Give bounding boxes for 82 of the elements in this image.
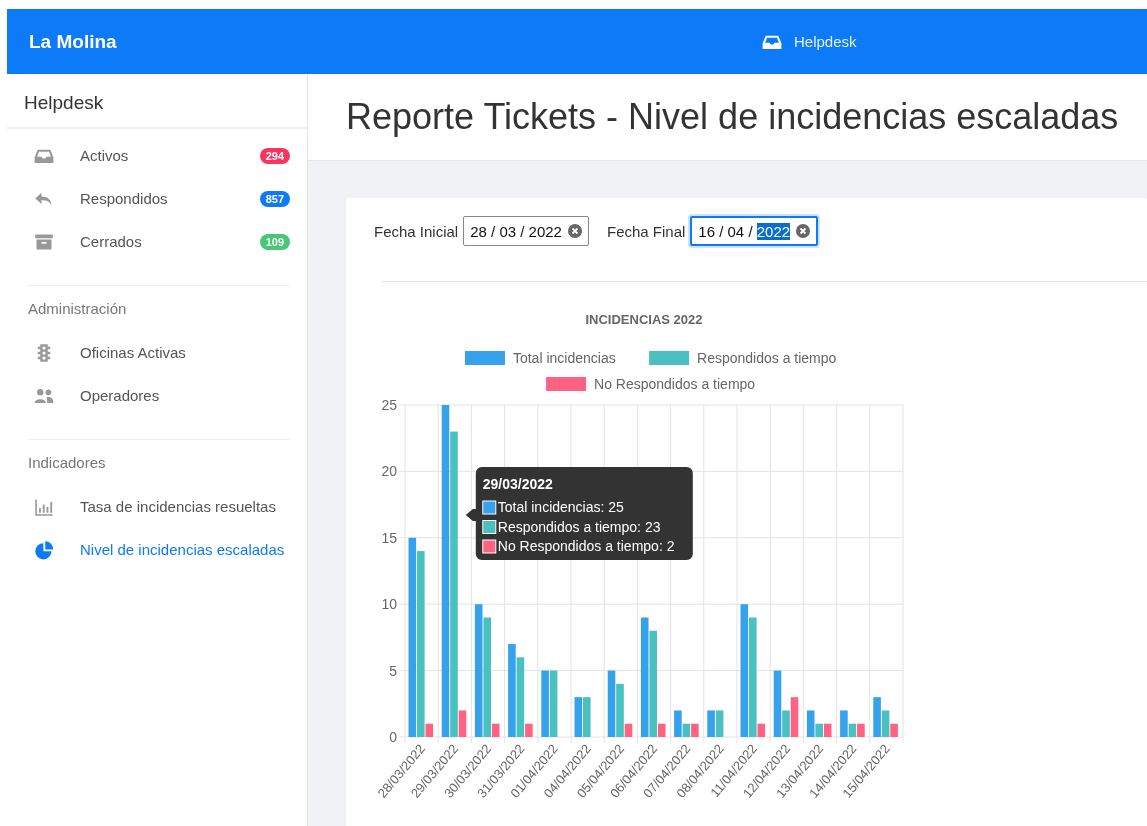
bar[interactable] [873,697,881,737]
tooltip-text: Total incidencias: 25 [497,499,624,515]
bar[interactable] [682,723,691,737]
bar[interactable] [541,670,549,737]
bar[interactable] [458,710,467,737]
axis-label: 0 [389,729,397,745]
bar[interactable] [441,405,450,737]
bar[interactable] [715,710,724,737]
bar[interactable] [640,617,649,737]
bar[interactable] [691,723,699,737]
sidebar-item[interactable]: Operadores [28,374,290,417]
bar[interactable] [525,723,533,737]
clear-icon[interactable] [567,224,582,238]
bar[interactable] [790,697,799,737]
field-label: Fecha Inicial [374,222,459,240]
bar[interactable] [574,697,583,737]
bar[interactable] [749,617,757,737]
sidebar-item[interactable]: Respondidos 857 [28,177,290,220]
bar[interactable] [674,710,682,737]
axis-label: 25 [381,397,397,413]
bar[interactable] [806,710,815,737]
clear-icon[interactable] [796,224,811,238]
pie-chart-icon [34,539,54,560]
sidebar-title: Helpdesk [7,74,307,129]
count-badge: 294 [259,147,290,164]
tooltip-text: Respondidos a tiempo: 23 [497,518,661,535]
legend-swatch[interactable] [464,351,505,365]
count-badge: 109 [259,233,290,250]
field-label: Fecha Final [606,222,686,240]
bar[interactable] [815,723,823,737]
bar[interactable] [823,723,832,737]
bar[interactable] [425,723,434,737]
bar[interactable] [408,537,417,737]
bar[interactable] [782,710,790,737]
bar[interactable] [773,670,782,737]
bar[interactable] [607,670,616,737]
axis-label: 10 [381,596,397,613]
bar[interactable] [450,431,458,737]
sidebar-item[interactable]: Activos 294 [28,134,290,177]
brand-title[interactable]: La Molina [29,30,117,53]
bar[interactable] [757,723,766,737]
count-badge: 857 [259,190,290,207]
bar[interactable] [474,604,483,737]
tooltip-text: No Respondidos a tiempo: 2 [497,538,675,554]
bar[interactable] [491,723,500,737]
legend-swatch[interactable] [546,377,587,391]
sidebar-item[interactable]: Nivel de incidencias escaladas [28,528,290,571]
sidebar-item[interactable]: Cerrados 109 [28,220,290,263]
section-heading: Indicadores [28,454,107,471]
bar[interactable] [840,710,848,737]
chart-title: INCIDENCIAS 2022 [585,312,703,327]
date-field[interactable]: 16 / 04 / 2022 [690,216,819,246]
legend-label[interactable]: Total incidencias [512,350,616,366]
sidebar-item[interactable]: Oficinas Activas [28,331,290,374]
bar[interactable] [890,723,898,737]
legend-label[interactable]: Respondidos a tiempo [697,350,837,366]
bar[interactable] [740,604,749,737]
bar[interactable] [707,710,715,737]
bar[interactable] [881,710,890,737]
date-field[interactable]: 28 / 03 / 2022 [463,216,589,246]
bar[interactable] [483,617,491,737]
bar[interactable] [657,723,666,737]
bar[interactable] [649,630,657,737]
legend-swatch[interactable] [649,351,690,365]
bar[interactable] [624,723,633,737]
sidebar-item[interactable]: Tasa de incidencias resueltas [28,485,290,528]
tooltip-title: 29/03/2022 [482,476,553,492]
bar[interactable] [417,551,425,737]
axis-label: 20 [381,463,397,480]
bar[interactable] [848,723,857,737]
bar[interactable] [616,683,624,737]
bar[interactable] [508,644,516,737]
page-title: Reporte Tickets - Nivel de incidencias escaladas [346,96,1119,138]
nav-label[interactable]: Helpdesk [794,33,857,50]
section-heading: Administración [28,300,128,317]
bar[interactable] [857,723,865,737]
legend-label[interactable]: No Respondidos a tiempo [594,376,756,392]
axis-label: 5 [389,662,397,679]
bar[interactable] [516,657,525,737]
bar[interactable] [549,670,558,737]
bar[interactable] [583,697,591,737]
axis-label: 15 [381,529,397,546]
